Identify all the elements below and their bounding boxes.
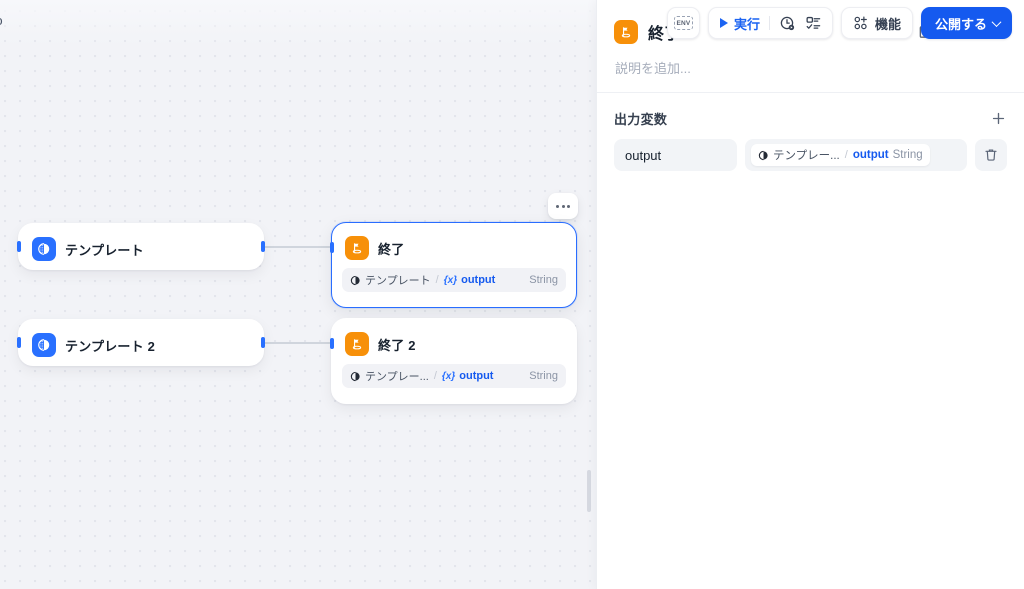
publish-button[interactable]: 公開する [920,7,1012,39]
canvas-top-fade [0,0,596,46]
node-input-port[interactable] [17,241,21,252]
node-title: 終了 2 [378,337,416,353]
env-badge-icon: ENV [673,16,693,30]
variable-type: String [529,370,558,382]
template-node-icon [32,237,56,261]
node-input-port[interactable] [330,241,334,253]
variable-name: output [459,370,494,382]
node-input-port[interactable] [17,337,21,348]
variable-name: output [852,149,889,161]
panel-description-input[interactable]: 説明を追加... [597,44,1024,92]
node-variable-row[interactable]: テンプレート / {x} output String [342,268,566,292]
output-variables-section: 出力変数 output テンプレー... / output String [597,93,1024,171]
variable-source-name: テンプレート [365,275,431,287]
play-icon [719,18,728,28]
edge-template1-to-end1 [264,246,334,248]
output-variable-row: output テンプレー... / output String [614,139,1007,171]
variable-type: String [529,274,558,286]
run-button[interactable]: 実行 [719,14,760,33]
ellipsis-icon [567,204,570,208]
variable-source-name: テンプレー... [365,371,429,383]
template-node-icon [32,333,56,357]
node-output-port[interactable] [261,337,265,348]
variable-separator: / [435,274,439,286]
canvas-node-end-2[interactable]: 終了 2 テンプレー... / {x} output String [330,318,577,404]
canvas-node-end[interactable]: 終了 テンプレート / {x} output String [330,222,577,308]
node-title: テンプレート 2 [65,338,156,354]
template-node-icon [758,150,768,160]
chevron-down-icon [991,16,1002,27]
node-body: テンプレー... / {x} output String [332,356,576,398]
variable-chip: テンプレー... / output String [751,144,930,166]
node-variable-row[interactable]: テンプレー... / {x} output String [342,364,566,388]
edge-template2-to-end2 [264,342,334,344]
node-body: テンプレート / {x} output String [332,260,576,302]
output-variable-key-input[interactable]: output [614,139,737,171]
plus-icon[interactable] [990,110,1007,127]
ellipsis-icon [556,204,559,208]
output-variables-title: 出力変数 [614,112,668,127]
env-variables-button[interactable]: ENV [666,7,700,39]
features-icon [853,15,869,31]
template-node-icon [350,371,360,381]
canvas-node-template-2[interactable]: テンプレート 2 [17,319,265,366]
variable-type: String [892,149,923,161]
trash-icon [985,149,997,161]
run-history-icon[interactable] [779,15,796,32]
node-output-port[interactable] [261,241,265,252]
end-node-icon [614,20,638,44]
node-title: テンプレート [65,242,144,258]
features-label: 機能 [874,16,901,32]
end-node-icon [345,332,369,356]
node-header: 終了 [332,223,576,260]
ellipsis-icon [561,204,565,208]
run-label: 実行 [733,16,760,32]
variable-separator: / [844,149,848,161]
variable-prefix-icon: {x} [441,370,456,382]
canvas-scrollbar-thumb[interactable] [587,470,591,512]
toolbar-divider [768,16,770,30]
canvas-node-template[interactable]: テンプレート [17,223,265,270]
publish-label: 公開する [934,16,987,32]
node-header: テンプレート [19,224,263,274]
node-title: 終了 [378,241,405,257]
variable-prefix-icon: {x} [443,274,458,286]
node-header: 終了 2 [332,319,576,356]
delete-variable-button[interactable] [975,139,1007,171]
template-node-icon [350,275,360,285]
node-context-menu-button[interactable] [548,193,578,219]
run-toolbar-group: 実行 [707,7,833,39]
node-header: テンプレート 2 [19,320,263,370]
end-node-icon [345,236,369,260]
variable-source-name: テンプレー... [773,150,840,162]
workflow-canvas[interactable]: go [0,0,596,589]
checklist-icon[interactable] [805,15,822,32]
node-detail-panel: 終了 説明を追加... 出力変数 output テンプレー... / outpu… [596,0,1024,589]
output-variables-header: 出力変数 [614,109,1007,128]
variable-separator: / [433,370,437,382]
variable-name: output [461,274,496,286]
top-toolbar: ENV 実行 機能 公開する [666,7,1012,39]
output-variable-value-selector[interactable]: テンプレー... / output String [745,139,967,171]
features-button[interactable]: 機能 [840,7,913,39]
breadcrumb[interactable]: go [0,13,3,28]
node-input-port[interactable] [330,337,334,349]
workflow-editor: go [0,0,1024,589]
